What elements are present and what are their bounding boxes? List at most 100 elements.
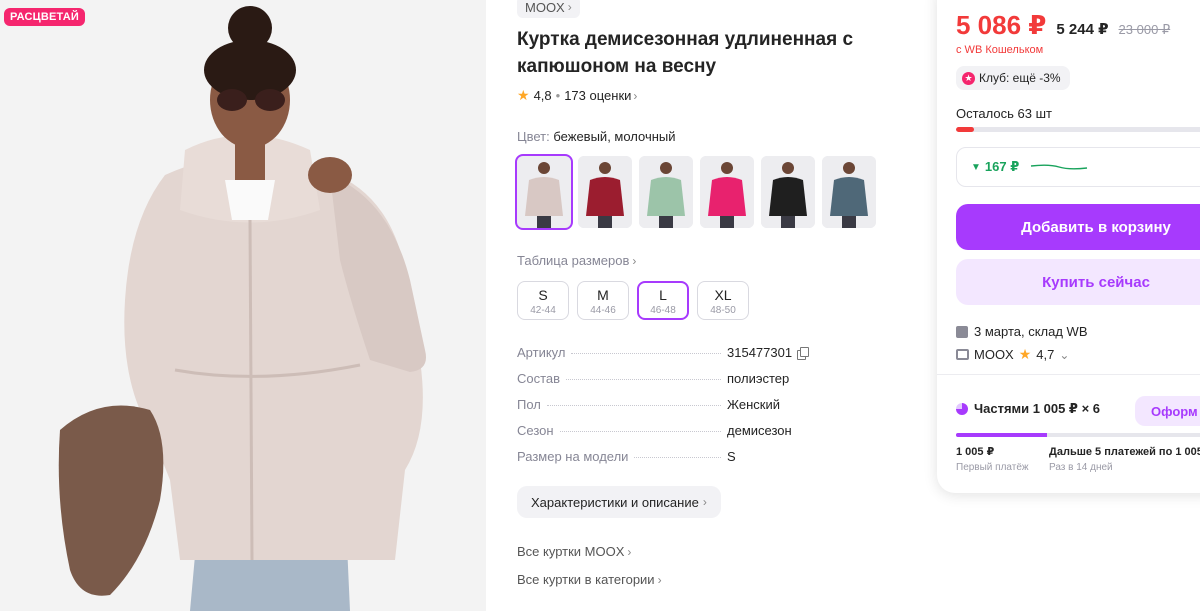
chevron-right-icon: ›: [627, 544, 632, 559]
price-without-wallet: 5 244 ₽: [1056, 21, 1109, 38]
spec-value-text: 315477301: [727, 345, 793, 360]
size-table-link[interactable]: Таблица размеров ›: [517, 253, 636, 268]
color-swatch[interactable]: [700, 156, 754, 228]
first-payment: 1 005 ₽ Первый платёж: [956, 445, 1029, 473]
spec-key: Артикул: [517, 345, 566, 360]
product-photo[interactable]: РАСЦВЕТАЙ: [0, 0, 486, 611]
spec-value-text: демисезон: [727, 423, 792, 438]
color-swatch[interactable]: [639, 156, 693, 228]
installments-button[interactable]: Оформ: [1135, 396, 1200, 426]
price-trend-value: ▼ 167 ₽: [971, 159, 1019, 175]
size-option[interactable]: S 42-44: [517, 281, 569, 320]
size-range: 44-46: [590, 305, 616, 316]
color-swatch[interactable]: [761, 156, 815, 228]
color-label: Цвет: бежевый, молочный: [517, 129, 676, 144]
size-range: 42-44: [530, 305, 556, 316]
chevron-right-icon: ›: [567, 0, 572, 14]
add-to-cart-button[interactable]: Добавить в корзину: [956, 204, 1200, 250]
size-label: XL: [714, 287, 732, 303]
swatch-thumbnail: [578, 156, 632, 228]
price-old: 23 000 ₽: [1118, 22, 1171, 37]
spec-row: Пол Женский: [517, 397, 847, 423]
first-payment-label: Первый платёж: [956, 462, 1029, 473]
size-label: S: [538, 287, 548, 303]
brand-name: MOOX: [525, 0, 565, 15]
spec-dots: [634, 457, 721, 458]
rating-value: 4,8: [533, 88, 552, 103]
spec-value-text: Женский: [727, 397, 780, 412]
characteristics-button[interactable]: Характеристики и описание ›: [517, 486, 721, 518]
characteristics-label: Характеристики и описание: [531, 494, 699, 510]
installments-bar: [956, 433, 1200, 437]
copy-icon[interactable]: [797, 347, 810, 360]
swatch-thumbnail: [761, 156, 815, 228]
spec-row: Состав полиэстер: [517, 371, 847, 397]
price-current: 5 086 ₽: [956, 10, 1047, 40]
installments-bar-fill: [956, 433, 1047, 437]
purchase-card: 5 086 ₽ 5 244 ₽ 23 000 ₽ с WB Кошельком …: [937, 0, 1200, 493]
price-trend-sparkline: [1031, 164, 1088, 170]
specs-list: Артикул 315477301 Состав полиэстер Пол Женски…: [517, 345, 847, 475]
color-swatches: [515, 154, 876, 230]
spec-key: Размер на модели: [517, 449, 629, 464]
box-icon: [956, 325, 968, 338]
installments-text: Частями 1 005 ₽ × 6: [974, 401, 1101, 416]
product-title: Куртка демисезонная удлиненная с капюшон…: [517, 29, 854, 77]
separator-dot: •: [555, 88, 561, 103]
spec-dots: [546, 405, 721, 406]
swatch-thumbnail: [822, 156, 876, 228]
spec-row: Сезон демисезон: [517, 423, 847, 449]
swatch-thumbnail: [517, 156, 571, 228]
color-label-key: Цвет:: [517, 129, 550, 144]
club-icon: ★: [962, 71, 975, 85]
reviews-link[interactable]: 173 оценки ›: [564, 88, 637, 103]
first-payment-amount: 1 005 ₽: [956, 446, 995, 458]
spec-value: полиэстер: [727, 371, 847, 386]
price-trend-amount: 167 ₽: [984, 159, 1020, 174]
brand-link[interactable]: MOOX ›: [517, 0, 580, 18]
size-option[interactable]: XL 48-50: [697, 281, 749, 320]
spec-row: Размер на модели S: [517, 449, 847, 475]
stock-left: Осталось 63 шт: [956, 106, 1052, 121]
delivery-info: 3 марта, склад WB: [956, 324, 1088, 339]
club-badge[interactable]: ★ Клуб: ещё -3%: [956, 66, 1070, 90]
club-text: Клуб: ещё -3%: [979, 71, 1061, 85]
size-option[interactable]: L 46-48: [637, 281, 689, 320]
all-brand-jackets-label: Все куртки MOOX: [517, 544, 625, 559]
size-label: M: [597, 287, 609, 303]
spec-value: S: [727, 449, 847, 464]
star-icon: ★: [1018, 346, 1032, 362]
chevron-right-icon: ›: [633, 88, 638, 103]
spec-dots: [559, 431, 721, 432]
all-category-jackets-link[interactable]: Все куртки в категории ›: [517, 572, 662, 587]
spec-key: Пол: [517, 397, 541, 412]
size-label: L: [659, 287, 667, 303]
shop-icon: [956, 349, 969, 360]
product-details: MOOX › Куртка демисезонная удлиненная с …: [486, 0, 926, 611]
reviews-count: 173 оценки: [564, 88, 632, 103]
stock-bar-fill: [956, 127, 975, 132]
promo-badge: РАСЦВЕТАЙ: [4, 8, 85, 26]
seller-info[interactable]: MOOX ★ 4,7 ⌄: [956, 346, 1069, 363]
installments: Частями 1 005 ₽ × 6: [956, 401, 1100, 417]
wallet-note: с WB Кошельком: [956, 44, 1044, 56]
spec-value-text: полиэстер: [727, 371, 790, 386]
star-icon: ★: [517, 87, 530, 103]
size-selector: S 42-44 M 44-46 L 46-48 XL 48-50: [517, 281, 749, 320]
all-brand-jackets-link[interactable]: Все куртки MOOX ›: [517, 544, 631, 559]
seller-name: MOOX: [974, 347, 1014, 362]
seller-rating: 4,7: [1036, 347, 1055, 362]
size-option[interactable]: M 44-46: [577, 281, 629, 320]
swatch-thumbnail: [700, 156, 754, 228]
divider: [937, 374, 1200, 375]
price-trend[interactable]: ▼ 167 ₽: [956, 147, 1200, 187]
buy-now-button[interactable]: Купить сейчас: [956, 259, 1200, 305]
color-swatch[interactable]: [515, 154, 573, 230]
next-payments-amount: Дальше 5 платежей по 1 005 ₽: [1049, 446, 1200, 458]
chevron-down-icon: ⌄: [1059, 347, 1070, 362]
color-swatch[interactable]: [578, 156, 632, 228]
all-category-jackets-label: Все куртки в категории: [517, 572, 655, 587]
next-payments-label: Раз в 14 дней: [1049, 462, 1113, 473]
spec-value-text: S: [727, 449, 736, 464]
color-swatch[interactable]: [822, 156, 876, 228]
